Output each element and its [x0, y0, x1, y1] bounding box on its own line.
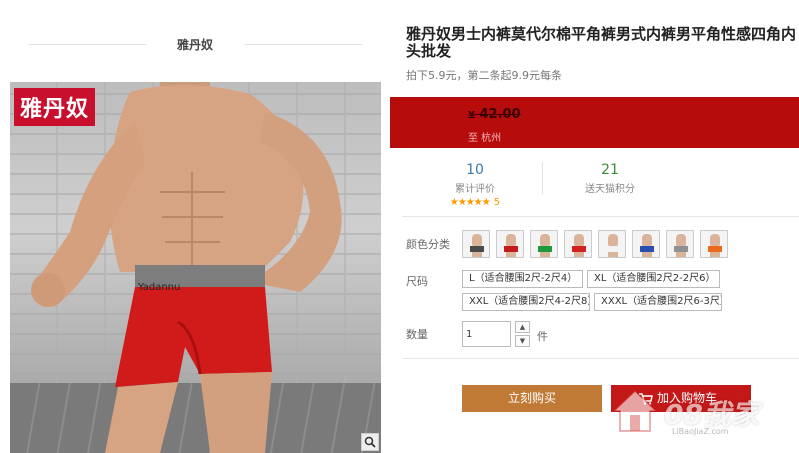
- divider: [244, 44, 362, 45]
- divider: [402, 216, 799, 217]
- brand-badge: 雅丹奴: [14, 88, 96, 126]
- points-stat: 21 送天猫积分: [560, 162, 660, 195]
- magnifier-glyph: [364, 436, 376, 448]
- model-figure: [31, 82, 342, 453]
- quantity-increase-button[interactable]: ▲: [515, 321, 530, 333]
- swatch-legs: [506, 252, 516, 257]
- cart-glyph: [639, 392, 653, 405]
- color-swatch[interactable]: [530, 230, 558, 258]
- quantity-input[interactable]: [462, 321, 511, 347]
- add-to-cart-button[interactable]: 加入购物车: [611, 385, 751, 412]
- color-swatch[interactable]: [598, 230, 626, 258]
- reviews-count: 10: [466, 162, 484, 178]
- swatch-legs: [608, 252, 618, 257]
- quantity-unit: 件: [537, 330, 548, 343]
- swatch-legs: [710, 252, 720, 257]
- size-option-xl[interactable]: XL（适合腰围2尺2-2尺6）: [587, 270, 720, 288]
- original-price: ¥ 42.00: [468, 107, 521, 122]
- swatch-model: [574, 234, 584, 246]
- swatch-model: [540, 234, 550, 246]
- original-price-value: 42.00: [479, 107, 521, 122]
- swatch-legs: [642, 252, 652, 257]
- swatch-legs: [472, 252, 482, 257]
- color-swatch[interactable]: [462, 230, 490, 258]
- size-option-xxl[interactable]: XXL（适合腰围2尺4-2尺8）: [462, 293, 590, 311]
- size-option-l[interactable]: L（适合腰围2尺-2尺4）: [462, 270, 583, 288]
- size-option-xxxl[interactable]: XXXL（适合腰围2尺6-3尺）: [594, 293, 722, 311]
- quantity-label: 数量: [406, 328, 428, 341]
- swatch-legs: [574, 252, 584, 257]
- color-swatch[interactable]: [700, 230, 728, 258]
- points-value: 21: [601, 162, 619, 178]
- promo-subtitle: 拍下5.9元，第二条起9.9元每条: [406, 69, 562, 82]
- buy-now-button[interactable]: 立刻购买: [462, 385, 602, 412]
- watermark-url: LiBaoJiaZ.com: [672, 427, 729, 436]
- color-label: 颜色分类: [406, 238, 450, 251]
- swatch-model: [676, 234, 686, 246]
- magnifier-icon[interactable]: [361, 433, 379, 451]
- product-main-image[interactable]: Yadannu 雅丹奴: [10, 82, 381, 453]
- swatch-model: [506, 234, 516, 246]
- color-swatch[interactable]: [632, 230, 660, 258]
- swatch-model: [608, 234, 618, 246]
- cart-icon: [639, 385, 653, 412]
- stars-icon: ★★★★★: [449, 197, 491, 208]
- color-swatch[interactable]: [666, 230, 694, 258]
- color-swatch[interactable]: [496, 230, 524, 258]
- swatch-model: [642, 234, 652, 246]
- divider: [402, 358, 799, 359]
- quantity-decrease-button[interactable]: ▼: [515, 335, 530, 347]
- price-panel: [390, 97, 799, 148]
- reviews-stat[interactable]: 10 累计评价 ★★★★★ 5: [430, 162, 520, 208]
- rating-value: 5: [493, 197, 501, 208]
- gallery-panel: 雅丹奴 Yadannu 雅丹奴: [0, 0, 390, 453]
- product-title: 雅丹奴男士内裤莫代尔棉平角裤男式内裤男平角性感四角内头批发: [406, 25, 797, 60]
- swatch-legs: [676, 252, 686, 257]
- currency-symbol: ¥: [468, 110, 475, 121]
- waistband-logo: Yadannu: [138, 282, 181, 293]
- divider: [542, 162, 543, 194]
- reviews-label: 累计评价: [455, 184, 495, 195]
- ship-destination[interactable]: 至 杭州: [468, 129, 501, 144]
- add-to-cart-label: 加入购物车: [657, 391, 718, 405]
- swatch-model: [710, 234, 720, 246]
- divider: [28, 44, 146, 45]
- swatch-legs: [540, 252, 550, 257]
- color-swatch[interactable]: [564, 230, 592, 258]
- size-label: 尺码: [406, 275, 428, 288]
- points-label: 送天猫积分: [585, 184, 635, 195]
- star-rating: ★★★★★ 5: [430, 197, 520, 208]
- swatch-model: [472, 234, 482, 246]
- shop-name[interactable]: 雅丹奴: [150, 36, 240, 53]
